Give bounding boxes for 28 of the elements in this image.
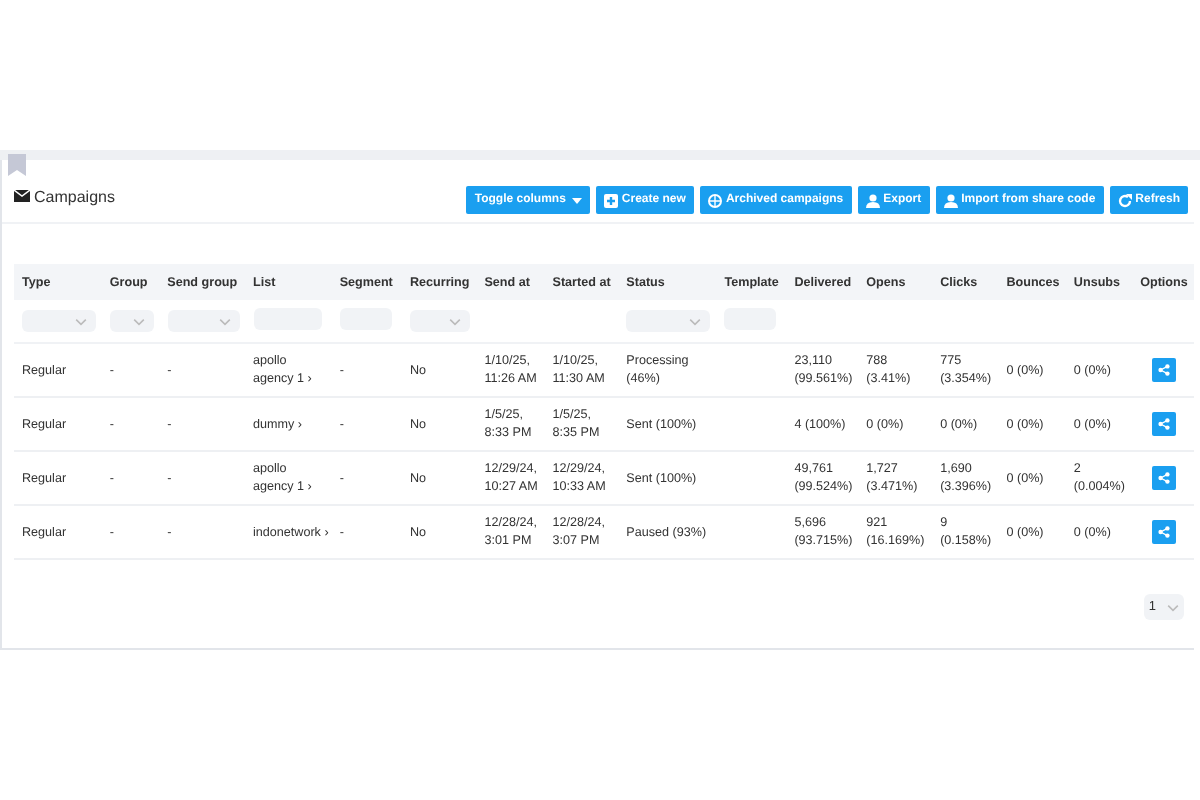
chevron-down-icon	[1165, 603, 1180, 611]
chevron-down-icon	[217, 317, 231, 325]
share-icon	[1158, 526, 1171, 538]
filter-select[interactable]	[109, 310, 154, 332]
chevron-down-icon	[688, 317, 703, 325]
chevron-down-icon	[448, 317, 463, 325]
plus-square-icon	[603, 193, 618, 207]
chevron-down-icon	[73, 317, 88, 325]
caret-icon	[571, 197, 582, 203]
share-icon	[1158, 418, 1171, 430]
filter-select[interactable]	[22, 310, 96, 332]
person-icon	[865, 193, 880, 207]
filter-select[interactable]	[167, 310, 239, 332]
bookmark-icon	[8, 154, 26, 176]
refresh-icon	[1117, 193, 1132, 207]
share-button[interactable]	[1152, 466, 1177, 490]
share-icon	[1158, 364, 1171, 376]
chevron-down-icon	[131, 317, 146, 325]
envelope-icon	[14, 190, 30, 202]
filter-select[interactable]	[409, 310, 471, 332]
filter-select[interactable]	[626, 310, 711, 332]
share-button[interactable]	[1152, 520, 1177, 544]
share-icon	[1158, 472, 1171, 484]
person-icon	[943, 193, 958, 207]
page-title: Campaigns	[34, 187, 115, 205]
share-button[interactable]	[1152, 412, 1177, 436]
globe-icon	[707, 193, 722, 207]
share-button[interactable]	[1152, 358, 1177, 382]
